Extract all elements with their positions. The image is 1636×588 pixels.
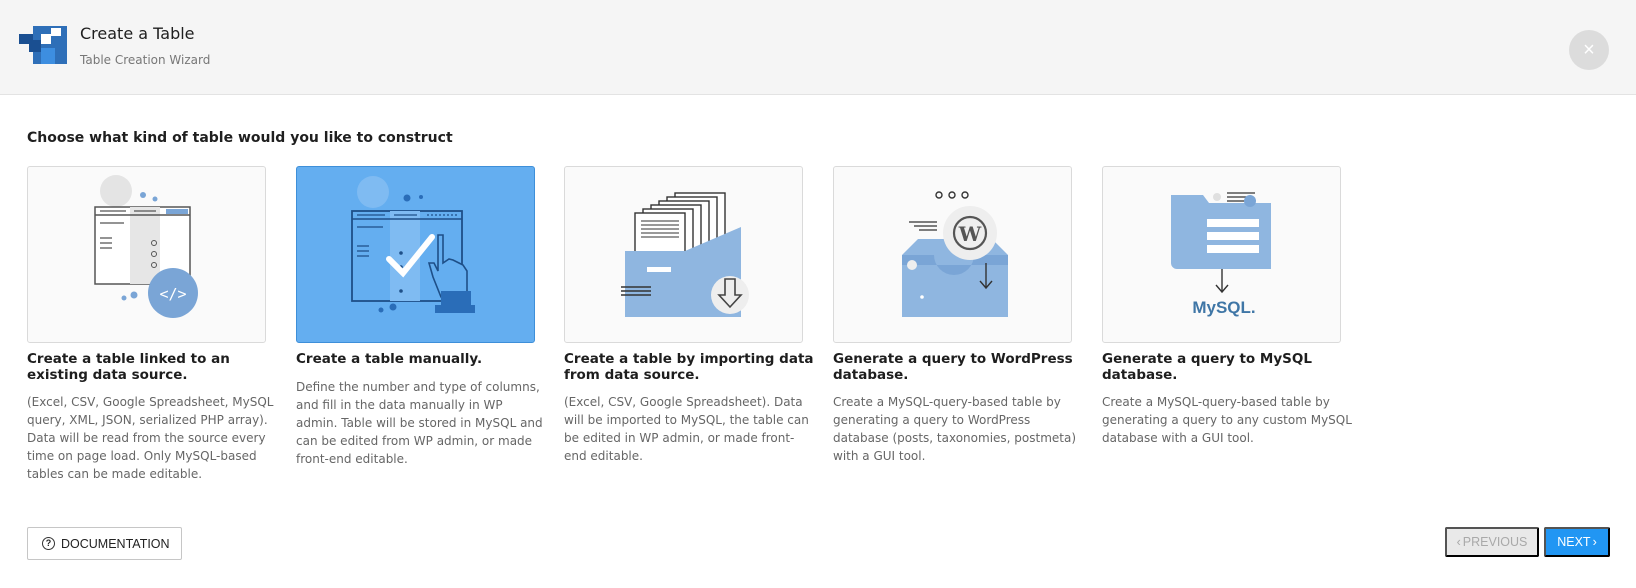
card-title: Generate a query to MySQL database.	[1102, 351, 1312, 383]
documentation-button[interactable]: ? DOCUMENTATION	[27, 527, 182, 560]
wordpress-query-illustration-icon: W	[902, 191, 1008, 317]
card-thumbnail[interactable]	[564, 166, 803, 343]
card-thumbnail[interactable]: </>	[27, 166, 266, 343]
card-description: (Excel, CSV, Google Spreadsheet). Data w…	[564, 395, 809, 463]
page-subtitle: Table Creation Wizard	[80, 53, 211, 67]
card-thumbnail[interactable]: W	[833, 166, 1072, 343]
app-logo-icon	[19, 26, 67, 64]
card-mysql-query[interactable]: MySQL. Generate a query to MySQL databas…	[1102, 166, 1370, 447]
card-description: Create a MySQL-query-based table by gene…	[833, 395, 1077, 463]
previous-button[interactable]: ‹ PREVIOUS	[1445, 527, 1539, 557]
card-description: Create a MySQL-query-based table by gene…	[1102, 395, 1352, 445]
section-heading: Choose what kind of table would you like…	[27, 130, 453, 146]
svg-text:MySQL.: MySQL.	[1192, 298, 1255, 317]
help-circle-icon: ?	[42, 537, 55, 550]
card-description: (Excel, CSV, Google Spreadsheet, MySQL q…	[27, 395, 274, 481]
page-title: Create a Table	[80, 24, 195, 43]
card-title: Create a table linked to an existing dat…	[27, 351, 230, 383]
card-thumbnail[interactable]: MySQL.	[1102, 166, 1341, 343]
card-title: Create a table manually.	[296, 351, 483, 367]
card-title: Generate a query to WordPress database.	[833, 351, 1073, 383]
previous-label: PREVIOUS	[1462, 535, 1528, 549]
card-thumbnail[interactable]	[296, 166, 535, 343]
import-data-illustration-icon	[621, 192, 749, 317]
next-label: NEXT	[1557, 535, 1591, 549]
linked-source-illustration-icon: </>	[94, 175, 198, 318]
card-import-data[interactable]: Create a table by importing data from da…	[564, 166, 832, 465]
svg-text:</>: </>	[159, 285, 186, 303]
chevron-left-icon: ‹	[1456, 535, 1461, 549]
wizard-header: Create a Table Table Creation Wizard ×	[0, 0, 1636, 95]
documentation-label: DOCUMENTATION	[61, 536, 170, 551]
svg-text:W: W	[958, 222, 982, 246]
card-linked-data-source[interactable]: </> Create a table linked to an existing…	[27, 166, 295, 483]
card-manual-table[interactable]: Create a table manually. Define the numb…	[296, 166, 564, 468]
close-button[interactable]: ×	[1569, 30, 1609, 70]
mysql-query-illustration-icon: MySQL.	[1171, 192, 1271, 317]
chevron-right-icon: ›	[1592, 535, 1597, 549]
manual-table-illustration-icon	[351, 176, 475, 313]
card-description: Define the number and type of columns, a…	[296, 379, 543, 466]
card-title: Create a table by importing data from da…	[564, 351, 814, 383]
card-wordpress-query[interactable]: W Generate a query to WordPress database…	[833, 166, 1101, 465]
next-button[interactable]: NEXT ›	[1544, 527, 1610, 557]
